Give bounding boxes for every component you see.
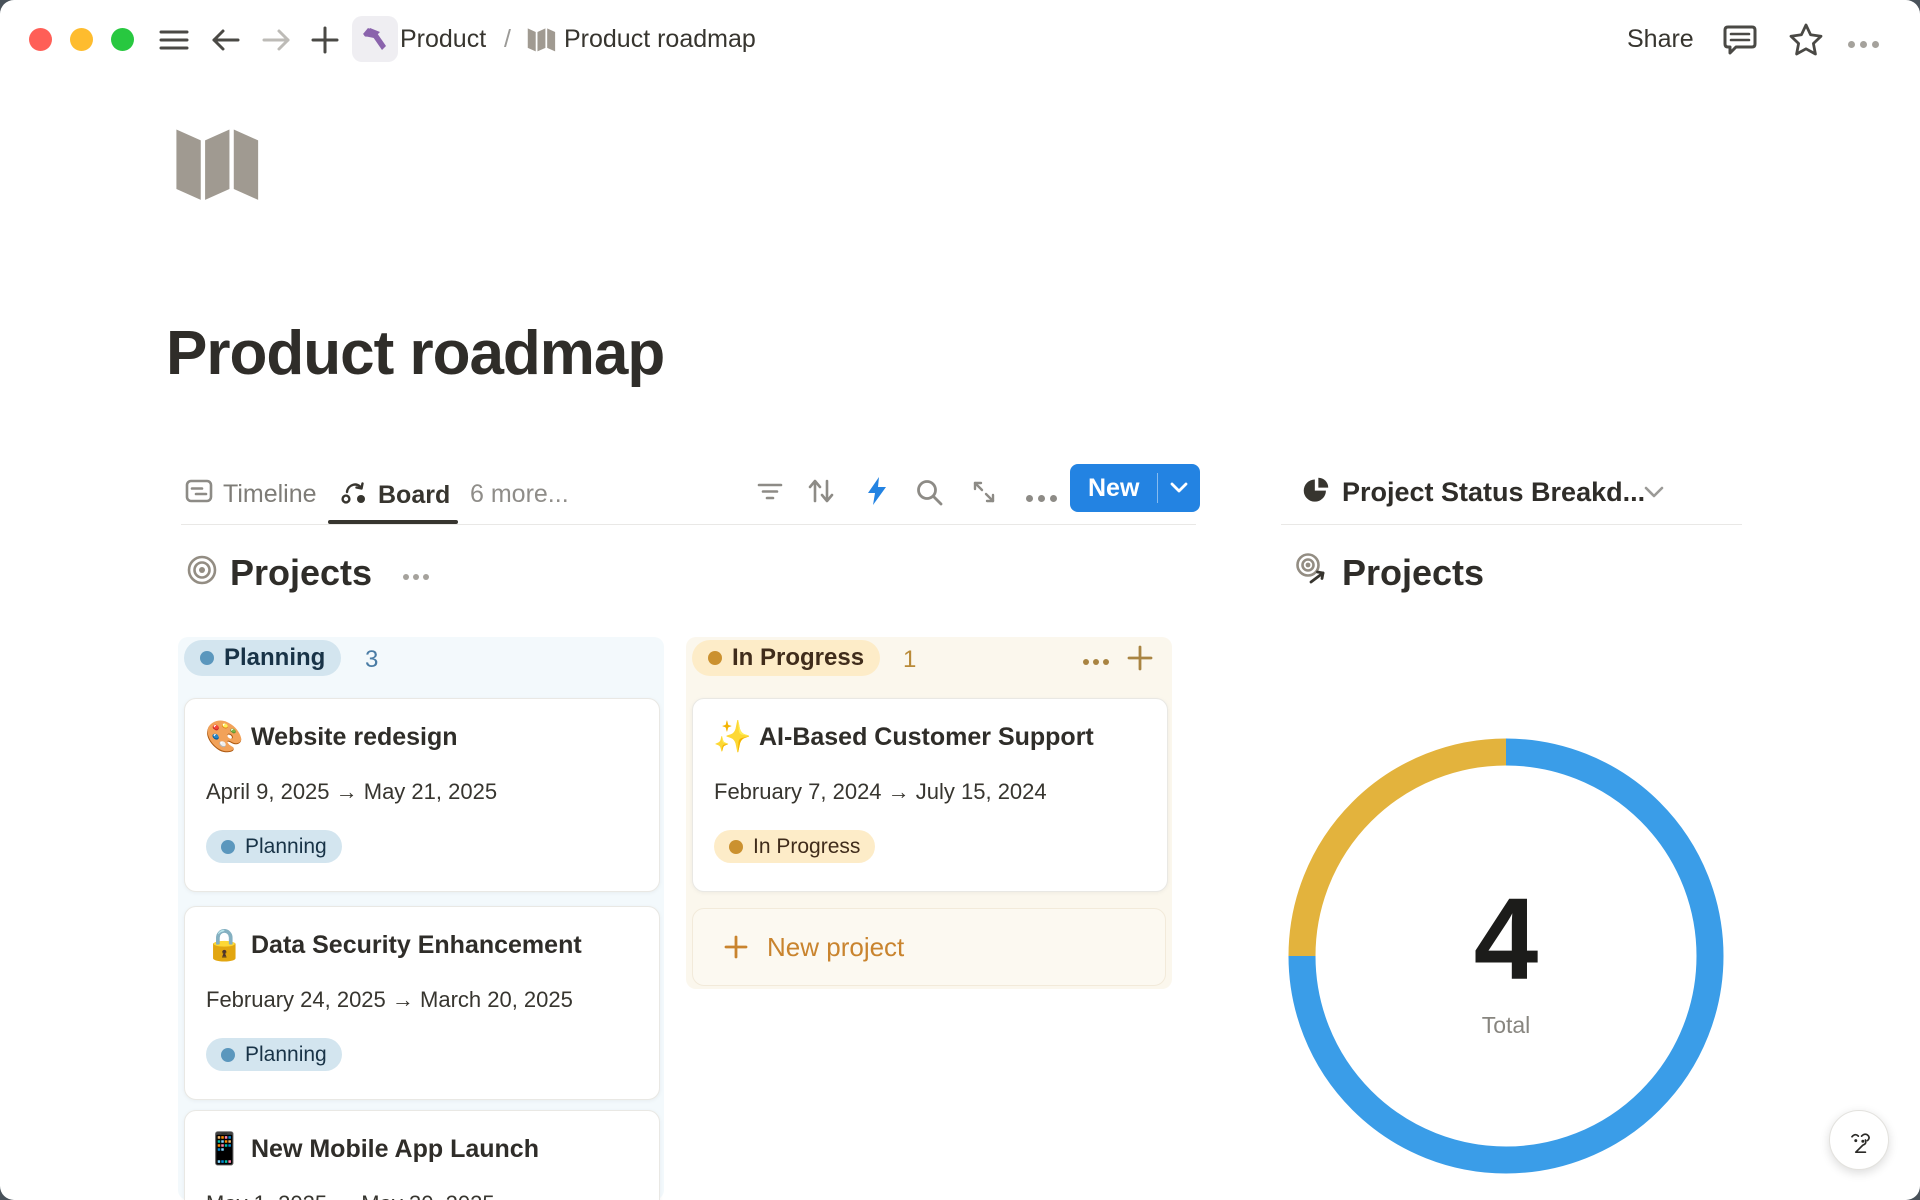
column-planning-count: 3 (365, 646, 378, 674)
chart-view-title[interactable]: Project Status Breakd... (1342, 477, 1645, 508)
board-section-options-icon[interactable] (403, 567, 429, 585)
filter-icon[interactable] (756, 478, 784, 509)
new-tab-plus-icon[interactable] (310, 25, 340, 60)
card-dates: February 24, 2025 → March 20, 2025 (206, 987, 573, 1013)
automations-lightning-icon[interactable] (864, 475, 890, 512)
new-button-chevron-icon[interactable] (1158, 482, 1200, 494)
column-options-icon[interactable] (1083, 652, 1109, 670)
chart-section-title[interactable]: Projects (1342, 552, 1484, 594)
timeline-view-icon (185, 478, 213, 511)
board-section-title[interactable]: Projects (230, 552, 372, 594)
breadcrumb-separator: / (504, 25, 511, 54)
sort-icon[interactable] (806, 477, 836, 510)
chart-total-label: Total (1286, 1012, 1726, 1039)
favorite-star-icon[interactable] (1788, 22, 1824, 63)
forward-icon[interactable] (260, 25, 292, 60)
card-status-tag: Planning (206, 1038, 342, 1071)
tab-board[interactable]: Board (340, 478, 450, 513)
new-button[interactable]: New (1070, 464, 1200, 512)
more-views-button[interactable]: 6 more... (470, 480, 569, 509)
notion-ai-button[interactable] (1829, 1110, 1889, 1170)
card-emoji-phone: 📱 (205, 1131, 244, 1167)
chart-total-value: 4 (1286, 872, 1726, 1006)
card-status-tag: In Progress (714, 830, 875, 863)
linked-projects-target-icon (1294, 552, 1330, 593)
search-icon[interactable] (914, 477, 944, 512)
card-data-security[interactable]: 🔒 Data Security Enhancement February 24,… (184, 906, 660, 1100)
column-add-card-icon[interactable] (1126, 644, 1154, 677)
status-dot-yellow (708, 651, 722, 665)
pie-chart-icon (1302, 476, 1330, 509)
map-icon (526, 24, 556, 59)
column-planning-status-pill[interactable]: Planning (184, 640, 341, 676)
column-in-progress-status-pill[interactable]: In Progress (692, 640, 880, 676)
view-options-icon[interactable] (1026, 489, 1057, 507)
toolbar-divider (181, 524, 1196, 525)
sidebar-menu-icon[interactable] (159, 26, 189, 59)
card-emoji-lock: 🔒 (205, 927, 244, 963)
status-dot-blue (200, 651, 214, 665)
back-icon[interactable] (210, 25, 242, 60)
new-project-button[interactable]: New project (692, 908, 1166, 986)
breadcrumb-current[interactable]: Product roadmap (564, 25, 756, 54)
tab-timeline[interactable]: Timeline (185, 478, 317, 511)
card-status-tag: Planning (206, 830, 342, 863)
chart-view-chevron-icon[interactable] (1644, 486, 1664, 505)
page-icon-map[interactable] (171, 116, 263, 213)
projects-target-icon (186, 554, 218, 591)
card-dates: May 1, 2025 → May 30, 2025 (206, 1191, 495, 1200)
card-emoji-sparkles: ✨ (713, 719, 752, 755)
page-title: Product roadmap (166, 318, 664, 389)
card-dates: April 9, 2025 → May 21, 2025 (206, 779, 497, 805)
notion-ai-face-icon (1841, 1122, 1877, 1158)
traffic-light-close[interactable] (29, 28, 52, 51)
traffic-light-zoom[interactable] (111, 28, 134, 51)
share-button[interactable]: Share (1627, 25, 1694, 54)
chart-panel-divider (1281, 524, 1742, 525)
column-in-progress-count: 1 (903, 646, 916, 674)
card-ai-customer-support[interactable]: ✨ AI-Based Customer Support February 7, … (692, 698, 1168, 892)
workspace-app-icon[interactable] (352, 16, 398, 62)
breadcrumb-root[interactable]: Product (400, 25, 486, 54)
card-mobile-app-launch[interactable]: 📱 New Mobile App Launch May 1, 2025 → Ma… (184, 1110, 660, 1200)
card-website-redesign[interactable]: 🎨 Website redesign April 9, 2025 → May 2… (184, 698, 660, 892)
card-dates: February 7, 2024 → July 15, 2024 (714, 779, 1047, 805)
board-view-icon (340, 478, 368, 513)
notion-window: Product / Product roadmap Share Product … (0, 0, 1920, 1200)
expand-icon[interactable] (970, 478, 998, 511)
plus-icon (723, 934, 749, 960)
more-options-icon[interactable] (1848, 35, 1879, 53)
comments-icon[interactable] (1722, 24, 1758, 63)
traffic-light-minimize[interactable] (70, 28, 93, 51)
card-emoji-palette: 🎨 (205, 719, 244, 755)
